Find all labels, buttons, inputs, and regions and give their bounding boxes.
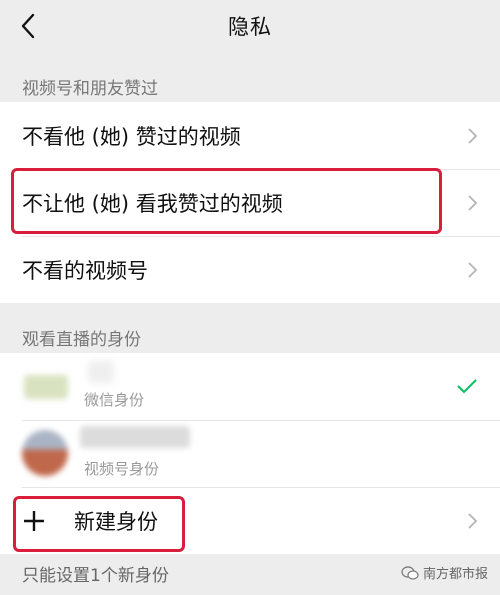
identity-sublabel: 微信身份 <box>84 391 145 409</box>
identity-group: 微信身份 视频号身份 新建身份 <box>0 353 500 554</box>
chevron-right-icon <box>468 194 478 211</box>
footer-note: 只能设置1个新身份 <box>22 566 169 586</box>
identity-option-wechat[interactable]: 微信身份 <box>0 353 500 420</box>
section-label-live-identity: 观看直播的身份 <box>22 330 141 350</box>
wechat-icon <box>401 565 419 580</box>
blurred-name <box>80 426 190 448</box>
menu-item-label: 不看他 (她) 赞过的视频 <box>22 124 241 149</box>
menu-item-hide-their-likes[interactable]: 不看他 (她) 赞过的视频 <box>0 102 500 169</box>
new-identity-button[interactable]: 新建身份 <box>0 487 500 554</box>
plus-icon <box>24 510 44 531</box>
chevron-right-icon <box>468 127 478 144</box>
menu-item-blocked-channels[interactable]: 不看的视频号 <box>0 236 500 303</box>
identity-option-channel[interactable]: 视频号身份 <box>0 420 500 487</box>
watermark: 南方都市报 <box>401 563 488 582</box>
likes-settings-group: 不看他 (她) 赞过的视频 不让他 (她) 看我赞过的视频 不看的视频号 <box>0 102 500 303</box>
watermark-text: 南方都市报 <box>422 567 488 582</box>
menu-item-label: 不让他 (她) 看我赞过的视频 <box>22 191 283 216</box>
page-title: 隐私 <box>228 15 272 39</box>
menu-item-hide-my-likes[interactable]: 不让他 (她) 看我赞过的视频 <box>0 169 500 236</box>
menu-item-label: 不看的视频号 <box>22 258 148 283</box>
chevron-right-icon <box>468 261 478 278</box>
nav-bar: 隐私 <box>0 0 500 52</box>
chevron-right-icon <box>468 512 478 529</box>
section-label-likes: 视频号和朋友赞过 <box>22 79 158 99</box>
blurred-name <box>88 361 114 383</box>
identity-sublabel: 视频号身份 <box>84 460 160 478</box>
chevron-left-icon <box>21 13 35 39</box>
back-button[interactable] <box>14 12 42 40</box>
new-identity-label: 新建身份 <box>74 509 158 534</box>
avatar <box>22 430 68 476</box>
checkmark-icon <box>457 379 477 394</box>
avatar <box>24 375 68 399</box>
